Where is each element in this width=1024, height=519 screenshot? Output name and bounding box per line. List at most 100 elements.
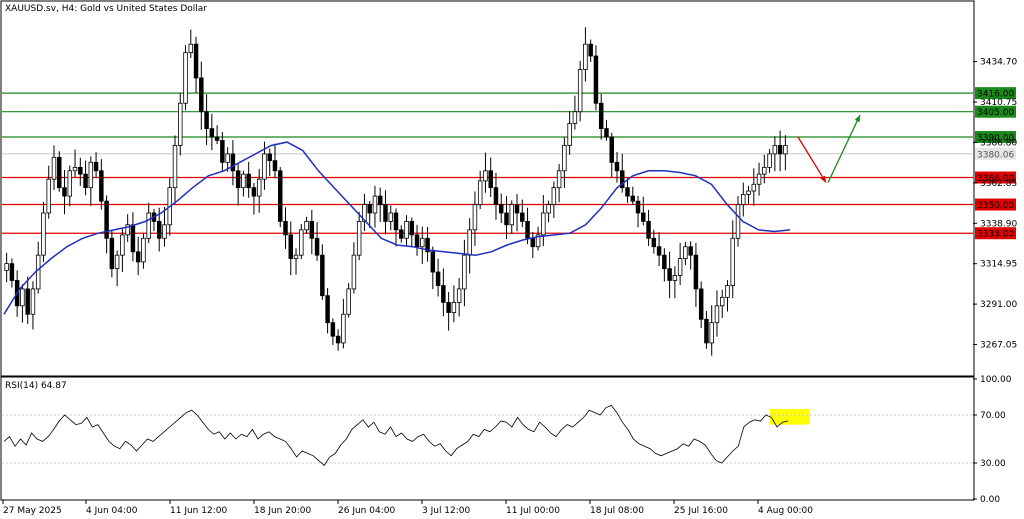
candle-body [488,170,493,189]
y-tick-label: 3434.70 [980,58,1017,68]
candle-body [372,195,378,214]
candle-body [393,212,399,231]
candle-body [735,204,741,239]
candle-body [204,111,209,129]
candle-body [4,263,9,271]
candle-body [262,153,267,180]
candle-body [435,271,441,286]
candle-body [267,153,272,162]
y-tick-label: 3314.95 [980,260,1017,270]
candle-body [78,167,83,175]
y-tick-label: 3338.90 [980,219,1017,229]
candle-body [520,212,525,222]
candle-body [772,145,778,155]
candle-body [57,156,62,189]
candle-body [746,190,751,195]
level-label: 3350.00 [977,201,1014,211]
candle-body [577,69,583,113]
x-tick-label: 3 Jul 12:00 [422,506,471,516]
candle-body [604,128,609,138]
candle-body [341,313,346,344]
x-tick-label: 11 Jun 12:00 [170,506,227,516]
candle-body [288,234,294,259]
level-label: 3333.00 [977,230,1014,240]
candle-body [446,302,451,313]
candle-body [656,246,662,256]
candle-body [430,251,436,273]
level-label: 3405.00 [977,108,1014,118]
candle-body [583,43,588,70]
candle-body [751,183,757,192]
x-tick-label: 18 Jun 20:00 [254,506,311,516]
candle-body [504,212,509,226]
candle-body [693,254,699,290]
candle-body [630,195,636,202]
rsi-tick-label: 30.00 [980,459,1006,469]
x-tick-label: 26 Jun 04:00 [338,506,395,516]
candle-body [530,237,536,248]
candle-body [335,335,341,344]
candle-body [67,170,73,197]
candle-body [299,229,304,256]
candle-body [483,170,488,182]
candle-body [762,167,767,175]
candle-body [188,43,194,54]
candle-body [714,305,720,324]
rsi-tick-label: 70.00 [980,411,1006,421]
rsi-tick-label: 0.00 [980,495,1000,505]
candle-body [325,295,330,324]
x-tick-label: 4 Aug 00:00 [758,506,813,516]
candle-body [156,221,162,239]
rsi-highlight-box [770,409,810,425]
x-tick-label: 11 Jul 00:00 [506,506,560,516]
candle-body [588,43,593,57]
candle-body [556,170,562,189]
candle-body [709,322,714,344]
candle-body [51,156,57,180]
candle-body [388,212,393,222]
candle-body [130,224,136,253]
y-tick-label: 3291.00 [980,300,1017,310]
candle-body [235,170,241,189]
candle-body [609,136,614,163]
candle-body [62,187,67,197]
y-tick-label: 3267.05 [980,341,1017,351]
candle-body [46,178,51,214]
candle-body [225,153,230,163]
candle-body [409,221,415,236]
candle-body [546,204,551,214]
candle-body [498,204,504,214]
level-label: 3380.06 [977,150,1014,160]
candle-body [104,200,109,239]
candle-body [193,43,199,79]
candle-body [767,153,772,168]
y-tick-label: 3410.75 [980,98,1017,108]
candle-body [209,128,215,138]
candle-body [114,254,120,270]
candle-body [241,173,246,189]
candle-body [514,204,520,214]
candle-body [551,187,557,205]
candle-body [441,285,446,303]
candle-body [20,288,25,307]
x-tick-label: 25 Jul 16:00 [674,506,728,516]
candle-body [246,173,251,189]
candle-body [309,221,315,239]
candle-body [172,145,178,189]
candle-body [783,145,788,155]
candle-body [625,187,630,197]
candle-body [462,254,467,290]
candle-body [72,167,78,172]
candle-body [88,161,94,189]
candle-body [314,237,320,256]
candle-body [367,204,372,214]
chart-title: XAUUSD.sv, H4: Gold vs United States Dol… [5,4,207,14]
candle-body [109,237,115,270]
candle-body [667,268,672,281]
candle-body [451,302,457,313]
candle-body [467,229,472,256]
candle-body [199,77,204,113]
candle-body [41,212,46,256]
candle-body [25,288,30,315]
candle-body [351,254,357,290]
